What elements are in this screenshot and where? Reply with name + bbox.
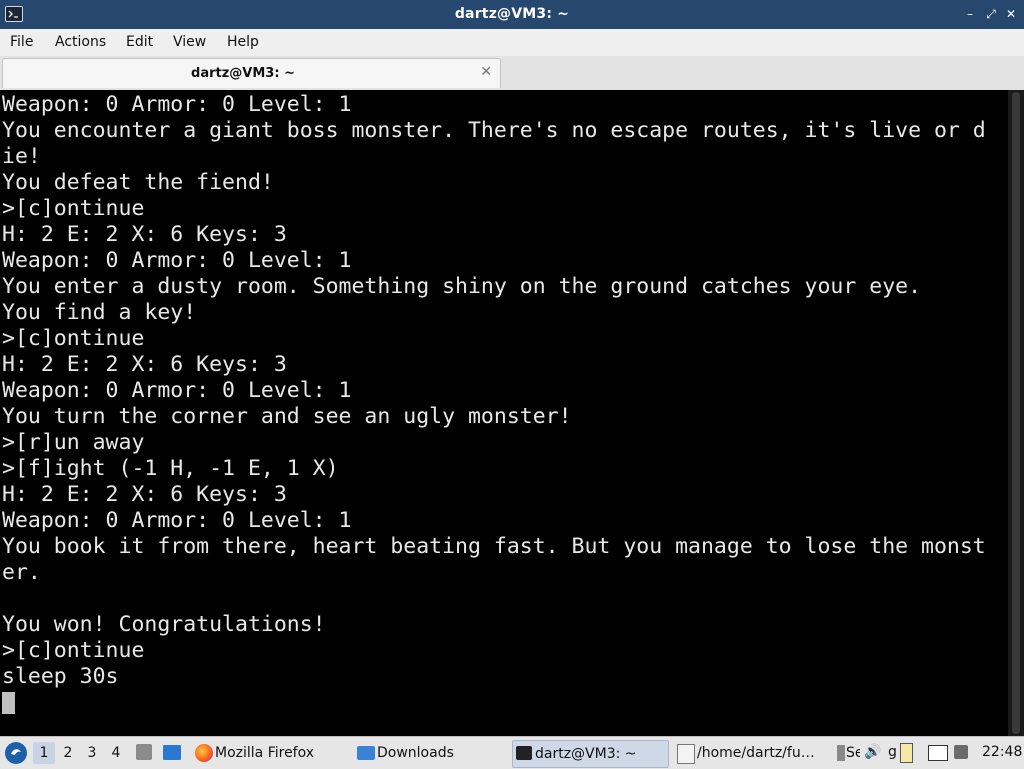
terminal-line: You find a key! xyxy=(2,300,197,325)
start-menu-icon[interactable] xyxy=(5,742,27,764)
minimize-button[interactable]: – xyxy=(962,6,978,22)
workspace-4[interactable]: 4 xyxy=(105,742,127,764)
terminal-line: >[c]ontinue xyxy=(2,196,145,221)
terminal-line: ie! xyxy=(2,144,41,169)
folder-icon xyxy=(357,746,375,760)
clock[interactable]: 22:48 xyxy=(982,744,1022,760)
volume-icon[interactable]: 🔊 xyxy=(864,744,881,760)
terminal-line: >[r]un away xyxy=(2,430,145,455)
menu-file[interactable]: File xyxy=(10,34,33,50)
menu-view[interactable]: View xyxy=(173,34,206,50)
show-desktop-icon[interactable] xyxy=(163,745,181,760)
terminal-line: Weapon: 0 Armor: 0 Level: 1 xyxy=(2,508,352,533)
workspace-1[interactable]: 1 xyxy=(33,742,55,764)
task-terminal[interactable]: dartz@VM3: ~ xyxy=(512,740,669,768)
app-icon xyxy=(837,745,845,761)
task-label: Mozilla Firefox xyxy=(215,745,315,761)
task-app[interactable]: Se xyxy=(836,740,860,766)
terminal-cursor xyxy=(2,692,15,714)
menu-help[interactable]: Help xyxy=(227,34,259,50)
tab-bar: dartz@VM3: ~ ✕ xyxy=(0,56,1024,90)
task-label: /home/dartz/fu… xyxy=(697,745,815,761)
terminal-line: H: 2 E: 2 X: 6 Keys: 3 xyxy=(2,352,287,377)
terminal-line: >[c]ontinue xyxy=(2,638,145,663)
terminal-line: Weapon: 0 Armor: 0 Level: 1 xyxy=(2,92,352,117)
scrollbar-thumb[interactable] xyxy=(1012,92,1020,734)
terminal-line: You defeat the fiend! xyxy=(2,170,274,195)
terminal-line: You turn the corner and see an ugly mons… xyxy=(2,404,572,429)
terminal-line: H: 2 E: 2 X: 6 Keys: 3 xyxy=(2,482,287,507)
terminal-line: You won! Congratulations! xyxy=(2,612,326,637)
firefox-icon xyxy=(195,744,213,762)
terminal-line: You book it from there, heart beating fa… xyxy=(2,534,986,559)
battery-icon[interactable] xyxy=(900,743,913,763)
terminal-line: You encounter a giant boss monster. Ther… xyxy=(2,118,986,143)
terminal-line: er. xyxy=(2,560,41,585)
workspace-3[interactable]: 3 xyxy=(81,742,103,764)
terminal-line: Weapon: 0 Armor: 0 Level: 1 xyxy=(2,248,352,273)
terminal-line: H: 2 E: 2 X: 6 Keys: 3 xyxy=(2,222,287,247)
menu-edit[interactable]: Edit xyxy=(126,34,153,50)
terminal-line: Weapon: 0 Armor: 0 Level: 1 xyxy=(2,378,352,403)
tab-label: dartz@VM3: ~ xyxy=(191,66,295,81)
tray-g-label[interactable]: g xyxy=(888,744,897,760)
terminal-icon xyxy=(516,746,532,760)
terminal-line: >[c]ontinue xyxy=(2,326,145,351)
file-manager-icon[interactable] xyxy=(136,744,152,760)
window-titlebar: dartz@VM3: ~ – ⤢ ✕ xyxy=(0,0,1024,29)
menu-bar: File Actions Edit View Help xyxy=(0,29,1024,57)
task-label: Se xyxy=(846,745,860,761)
screen-icon[interactable] xyxy=(928,745,948,761)
editor-icon xyxy=(677,744,695,764)
menu-actions[interactable]: Actions xyxy=(55,34,106,50)
tab-terminal[interactable]: dartz@VM3: ~ ✕ xyxy=(2,58,501,88)
task-label: Downloads xyxy=(377,745,454,761)
terminal-output[interactable]: Weapon: 0 Armor: 0 Level: 1 You encounte… xyxy=(0,90,1008,736)
terminal-line: sleep 30s xyxy=(2,664,119,689)
maximize-button[interactable]: ⤢ xyxy=(983,6,999,22)
tab-close-icon[interactable]: ✕ xyxy=(480,64,492,80)
terminal-line: You enter a dusty room. Something shiny … xyxy=(2,274,922,299)
task-label: dartz@VM3: ~ xyxy=(535,746,637,762)
task-firefox[interactable]: Mozilla Firefox xyxy=(193,740,343,766)
close-button[interactable]: ✕ xyxy=(1003,6,1019,22)
task-downloads[interactable]: Downloads xyxy=(355,740,505,766)
window-title: dartz@VM3: ~ xyxy=(454,6,570,22)
terminal-lines: Weapon: 0 Armor: 0 Level: 1 You encounte… xyxy=(2,92,986,714)
task-editor[interactable]: /home/dartz/fu… xyxy=(675,740,830,766)
network-icon[interactable] xyxy=(954,745,968,759)
terminal-line: >[f]ight (-1 H, -1 E, 1 X) xyxy=(2,456,339,481)
workspace-2[interactable]: 2 xyxy=(57,742,79,764)
terminal-scrollbar[interactable] xyxy=(1008,90,1024,736)
taskbar: 1 2 3 4 Mozilla Firefox Downloads dartz@… xyxy=(0,736,1024,769)
